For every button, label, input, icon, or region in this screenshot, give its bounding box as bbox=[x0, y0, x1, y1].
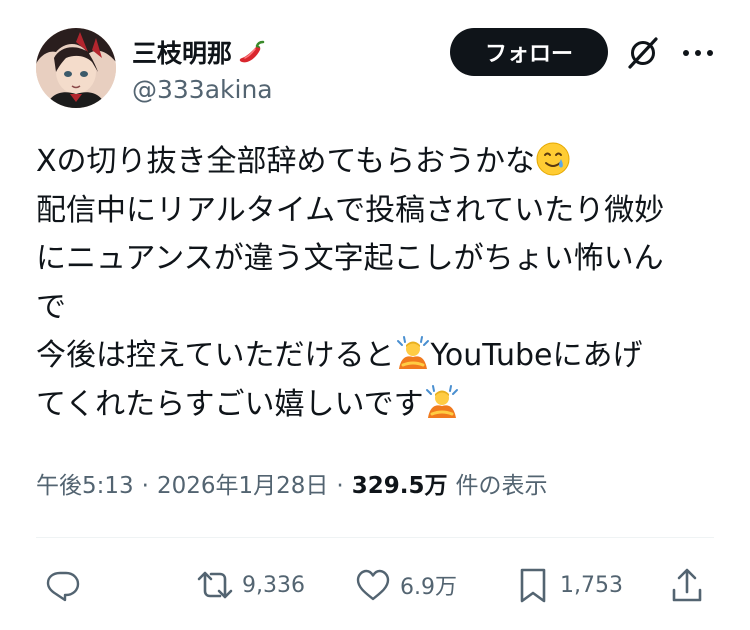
tweet-line-1-text: Xの切り抜き全部辞めてもらおうかな bbox=[36, 144, 536, 179]
tear-smile-emoji bbox=[535, 141, 571, 177]
hot-pepper-emoji bbox=[236, 36, 268, 68]
bowing-person-emoji bbox=[424, 384, 460, 420]
reply-icon bbox=[46, 571, 80, 602]
grok-icon[interactable] bbox=[626, 36, 660, 70]
bowing-person-emoji bbox=[395, 335, 431, 371]
bookmark-icon bbox=[520, 568, 546, 603]
tweet-line-5: 今後は控えていただけると YouTubeにあげ bbox=[36, 332, 720, 381]
retweet-icon bbox=[197, 571, 233, 599]
tweet-line-2: 配信中にリアルタイムで投稿されていたり微妙 bbox=[36, 192, 665, 228]
bookmark-button[interactable]: 1,753 bbox=[514, 560, 623, 610]
meta-separator: · bbox=[141, 473, 149, 499]
tweet-line-5-text-a: 今後は控えていただけると bbox=[36, 338, 395, 373]
display-name[interactable]: 三枝明那 bbox=[132, 34, 268, 70]
bookmark-count: 1,753 bbox=[560, 572, 623, 598]
tweet-line-4: で bbox=[36, 289, 66, 325]
action-bar: 9,336 6.9万 1,753 bbox=[36, 560, 714, 610]
retweet-count: 9,336 bbox=[242, 572, 305, 598]
share-icon bbox=[672, 568, 702, 602]
meta-separator: · bbox=[336, 473, 344, 499]
tweet-text: Xの切り抜き全部辞めてもらおうかな 配信中にリアルタイムで投稿されていたり微妙 … bbox=[36, 138, 720, 429]
tweet-line-1: Xの切り抜き全部辞めてもらおうかな bbox=[36, 138, 720, 187]
share-button[interactable] bbox=[668, 560, 706, 610]
display-name-text: 三枝明那 bbox=[132, 39, 233, 68]
tweet-header: 三枝明那 @333akina フォロー bbox=[36, 28, 724, 112]
tweet-time[interactable]: 午後5:13 bbox=[36, 466, 134, 500]
tweet-line-5-text-b: YouTubeにあげ bbox=[430, 338, 643, 373]
divider bbox=[36, 537, 714, 538]
like-button[interactable]: 6.9万 bbox=[354, 560, 457, 610]
like-count: 6.9万 bbox=[400, 575, 457, 600]
heart-icon bbox=[356, 569, 390, 601]
tweet-meta: 午後5:13 · 2026年1月28日 · 329.5万 件の表示 bbox=[36, 466, 547, 500]
avatar[interactable] bbox=[36, 28, 116, 108]
views-count[interactable]: 329.5万 bbox=[352, 466, 448, 500]
avatar-image bbox=[36, 28, 116, 108]
more-icon[interactable] bbox=[678, 36, 718, 70]
views-label: 件の表示 bbox=[455, 473, 548, 499]
follow-button[interactable]: フォロー bbox=[450, 28, 608, 76]
tweet-line-3: にニュアンスが違う文字起こしがちょい怖いん bbox=[36, 241, 664, 276]
tweet-line-6: てくれたらすごい嬉しいです bbox=[36, 381, 720, 430]
reply-button[interactable] bbox=[44, 560, 82, 610]
tweet-line-6-text: てくれたらすごい嬉しいです bbox=[36, 386, 424, 422]
retweet-button[interactable]: 9,336 bbox=[196, 560, 305, 610]
tweet-date[interactable]: 2026年1月28日 bbox=[157, 466, 328, 500]
user-handle[interactable]: @333akina bbox=[132, 75, 273, 104]
